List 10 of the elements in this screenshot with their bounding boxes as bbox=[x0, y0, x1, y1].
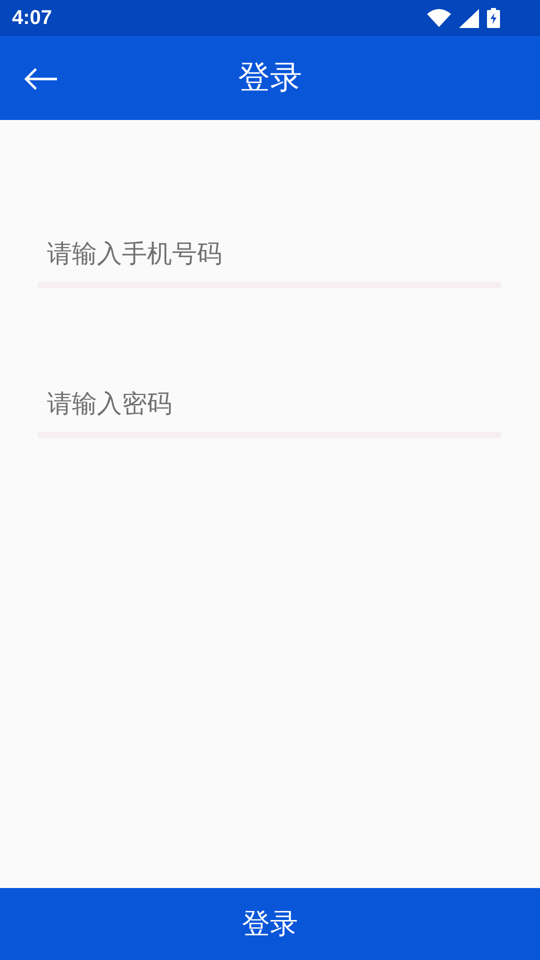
back-button[interactable] bbox=[24, 66, 60, 92]
back-arrow-icon bbox=[24, 67, 58, 91]
input-field[interactable]: 请输入手机号码 bbox=[38, 224, 501, 288]
clock-time: 4:07 bbox=[12, 6, 52, 30]
input-field[interactable]: 请输入密码 bbox=[38, 374, 501, 438]
page-title: 登录 bbox=[238, 57, 302, 98]
signal-icon bbox=[459, 8, 479, 28]
wifi-icon bbox=[427, 9, 451, 27]
battery-icon bbox=[487, 8, 500, 28]
login-button[interactable]: 登录 bbox=[0, 888, 540, 960]
